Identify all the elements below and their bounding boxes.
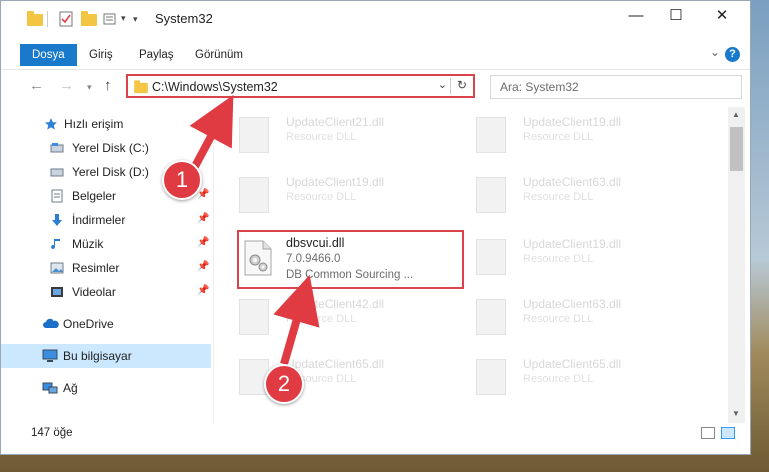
annotation-arrows [186,94,320,370]
step-badge-1: 1 [162,160,202,200]
arrow-step-1 [188,94,234,174]
arrow-step-2 [273,274,320,366]
step-badge-2: 2 [264,364,304,404]
